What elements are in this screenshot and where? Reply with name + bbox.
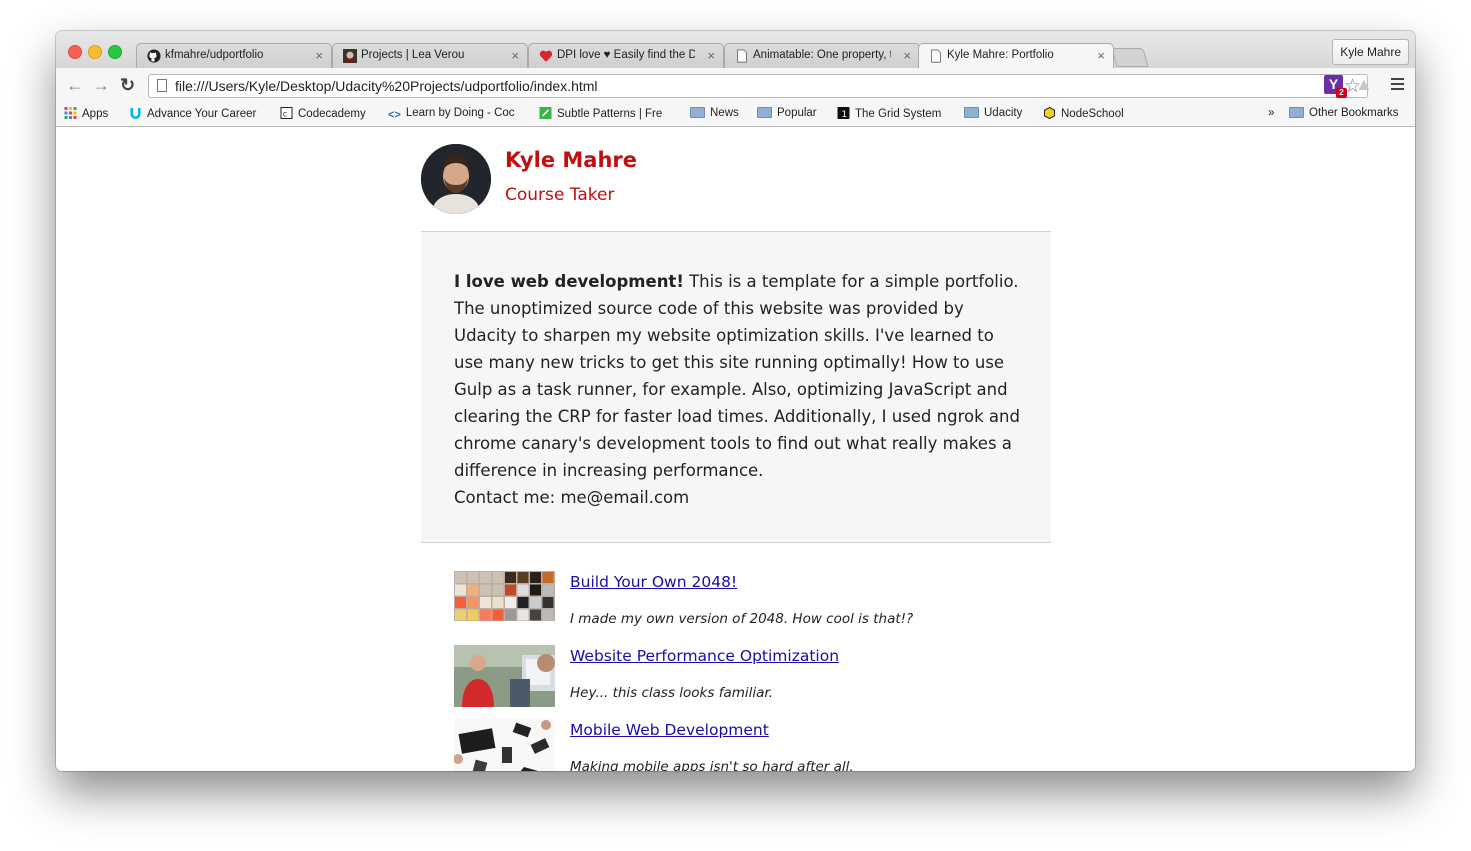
bookmark-label: Popular (777, 107, 817, 119)
toolbar: ← → ↻ file:///Users/Kyle/Desktop/Udacity… (56, 68, 1415, 103)
bookmark-label: Codecademy (298, 108, 366, 120)
udacity-icon (130, 108, 141, 119)
close-icon[interactable]: × (511, 48, 519, 63)
about-section: I love web development! This is a templa… (421, 231, 1051, 543)
bookmark-learn-by-doing[interactable]: <> Learn by Doing - Coc (388, 107, 523, 123)
project-link[interactable]: Build Your Own 2048! (570, 573, 737, 591)
page-viewport: Kyle Mahre Course Taker I love web devel… (56, 127, 1415, 771)
bookmark-codecademy[interactable]: c_ Codecademy (280, 107, 366, 123)
about-text: I love web development! This is a templa… (454, 268, 1024, 511)
avatar (421, 144, 491, 214)
bookmark-advance-your-career[interactable]: Advance Your Career (129, 107, 264, 123)
close-window-button[interactable] (68, 45, 82, 59)
bookmark-subtle-patterns[interactable]: Subtle Patterns | Fre (539, 107, 674, 123)
minimize-window-button[interactable] (88, 45, 102, 59)
tab-kfmahre-udportfolio[interactable]: kfmahre/udportfolio × (136, 43, 332, 68)
bookmark-label: NodeSchool (1061, 108, 1124, 120)
list-item: Mobile Web Development Making mobile app… (454, 719, 1014, 771)
tab-title: Kyle Mahre: Portfolio (947, 49, 1054, 61)
project-link[interactable]: Mobile Web Development (570, 721, 769, 739)
code-brackets-icon: <> (388, 109, 401, 121)
bookmark-the-grid-system[interactable]: 1 The Grid System (837, 107, 941, 123)
bookmark-folder-news[interactable]: News (690, 107, 739, 123)
heart-icon (539, 50, 553, 62)
list-item: Website Performance Optimization Hey... … (454, 645, 1014, 719)
svg-text:c_: c_ (283, 110, 293, 119)
url-text[interactable]: file:///Users/Kyle/Desktop/Udacity%20Pro… (175, 78, 598, 94)
profile-photo (421, 144, 491, 214)
bookmark-label: Advance Your Career (147, 108, 257, 120)
about-body: This is a template for a simple portfoli… (454, 272, 1020, 480)
zoom-window-button[interactable] (108, 45, 122, 59)
tab-title: kfmahre/udportfolio (165, 49, 264, 61)
close-icon[interactable]: × (1097, 48, 1105, 63)
bookmark-label: Subtle Patterns | Fre (557, 108, 663, 120)
tab-kyle-mahre-portfolio[interactable]: Kyle Mahre: Portfolio × (918, 43, 1114, 68)
project-description: Making mobile apps isn't so hard after a… (570, 759, 854, 771)
folder-icon (757, 107, 772, 118)
project-description: Hey... this class looks familiar. (570, 685, 774, 701)
subtle-patterns-icon (539, 107, 552, 119)
project-link[interactable]: Website Performance Optimization (570, 647, 839, 665)
project-description: I made my own version of 2048. How cool … (570, 611, 914, 627)
bookmark-label: Learn by Doing - Coc (405, 107, 515, 119)
page-icon (737, 49, 747, 63)
folder-icon (964, 107, 979, 118)
close-icon[interactable]: × (315, 48, 323, 63)
folder-icon (1289, 107, 1304, 118)
tab-lea-verou[interactable]: Projects | Lea Verou × (332, 43, 528, 68)
bookmark-apps[interactable]: Apps (64, 107, 108, 123)
bookmark-label: Apps (82, 108, 109, 120)
extension-badge: 2 (1336, 88, 1347, 98)
page-subtitle: Course Taker (505, 185, 615, 205)
menu-icon[interactable] (1391, 78, 1404, 93)
contact-line: Contact me: me@email.com (454, 488, 690, 507)
tab-title: Projects | Lea Verou (361, 49, 465, 61)
close-icon[interactable]: × (903, 48, 911, 63)
bookmarks-bar: Apps Advance Your Career c_ Codecademy <>… (56, 103, 1415, 127)
forward-arrow-icon[interactable]: → (92, 76, 110, 94)
back-arrow-icon[interactable]: ← (66, 76, 84, 94)
lea-verou-avatar-icon (343, 49, 357, 63)
bookmark-folder-popular[interactable]: Popular (757, 107, 817, 123)
tab-dpi-love[interactable]: DPI love ♥ Easily find the D × (528, 43, 724, 68)
list-item: Build Your Own 2048! I made my own versi… (454, 571, 1014, 645)
codecademy-icon: c_ (280, 107, 293, 119)
google-drive-icon[interactable]: ▲ (1355, 74, 1373, 95)
about-bold-lead: I love web development! (454, 272, 684, 291)
nodeschool-hexagon-icon (1044, 107, 1055, 119)
page-icon (931, 49, 941, 63)
tab-title: Animatable: One property, t (753, 49, 891, 61)
new-tab-button[interactable] (1111, 48, 1149, 67)
grid-system-icon: 1 (837, 107, 850, 119)
reload-icon[interactable]: ↻ (120, 76, 135, 94)
2048-thumbnail[interactable] (454, 571, 555, 621)
close-icon[interactable]: × (707, 48, 715, 63)
github-icon (147, 49, 161, 63)
bookmark-other-bookmarks[interactable]: Other Bookmarks (1289, 107, 1398, 123)
bookmark-folder-udacity[interactable]: Udacity (964, 107, 1022, 123)
mobile-devices-thumbnail[interactable] (454, 719, 555, 771)
bookmarks-overflow-chevron-icon[interactable]: » (1268, 107, 1274, 123)
apps-grid-icon (64, 107, 77, 119)
folder-icon (690, 107, 705, 118)
tab-title: DPI love ♥ Easily find the D (557, 49, 695, 61)
bookmark-nodeschool[interactable]: NodeSchool (1043, 107, 1124, 123)
browser-window: kfmahre/udportfolio × Projects | Lea Ver… (56, 31, 1415, 771)
svg-text:1: 1 (842, 110, 848, 119)
yahoo-extension-icon[interactable]: Y 2 (1324, 75, 1347, 98)
page-title: Kyle Mahre (505, 148, 637, 172)
address-bar[interactable]: file:///Users/Kyle/Desktop/Udacity%20Pro… (148, 74, 1368, 98)
bookmark-label: News (710, 107, 739, 119)
tab-animatable[interactable]: Animatable: One property, t × (724, 43, 920, 68)
bookmark-label: Other Bookmarks (1309, 107, 1399, 119)
webperf-thumbnail[interactable] (454, 645, 555, 707)
bookmark-label: The Grid System (855, 108, 942, 120)
bookmark-label: Udacity (984, 107, 1023, 119)
profile-button[interactable]: Kyle Mahre (1332, 39, 1409, 65)
tab-strip: kfmahre/udportfolio × Projects | Lea Ver… (56, 31, 1415, 68)
page-icon (157, 79, 167, 92)
